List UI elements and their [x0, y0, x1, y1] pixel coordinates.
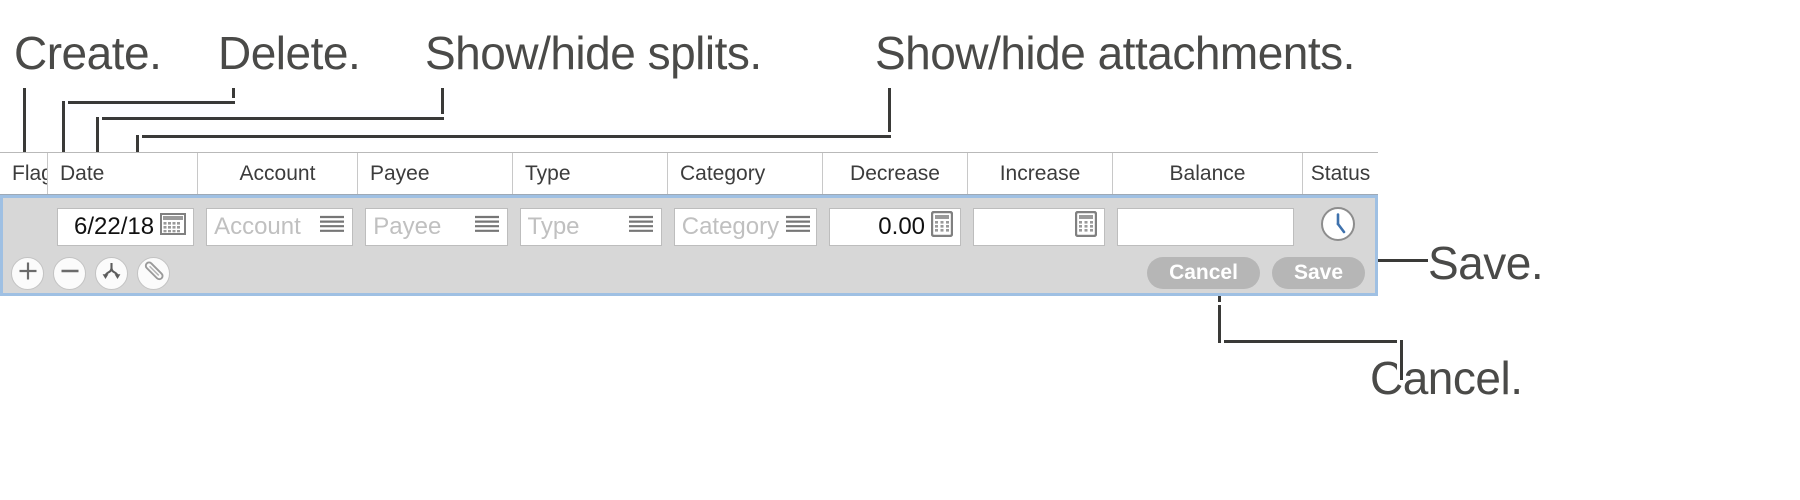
- annotation-cancel: Cancel.: [1370, 352, 1523, 404]
- column-header-balance[interactable]: Balance: [1113, 153, 1303, 194]
- leader-line-cancel-down: [1218, 305, 1221, 343]
- paperclip-icon: [142, 259, 166, 288]
- leader-line-attachments-top: [888, 88, 891, 138]
- list-lines-icon[interactable]: [785, 215, 811, 238]
- cell-category[interactable]: Category: [668, 200, 823, 253]
- minus-icon: [59, 260, 81, 287]
- type-placeholder: Type: [527, 212, 580, 240]
- annotation-splits: Show/hide splits.: [425, 27, 762, 79]
- cell-decrease[interactable]: 0.00: [823, 200, 967, 253]
- plus-icon: [17, 260, 39, 287]
- cell-balance[interactable]: [1111, 200, 1300, 253]
- leader-line-splits-horiz: [96, 117, 444, 120]
- column-header-decrease[interactable]: Decrease: [823, 153, 968, 194]
- editing-row-band: 6/22/18 Account Payee Type Category 0.00…: [0, 195, 1378, 296]
- save-button[interactable]: Save: [1271, 257, 1365, 289]
- transaction-editor-table: Flag Date Account Payee Type Category De…: [0, 152, 1378, 296]
- date-field[interactable]: 6/22/18: [56, 207, 195, 246]
- column-header-account[interactable]: Account: [198, 153, 358, 194]
- leader-line-attachments-horiz: [136, 135, 891, 138]
- decrease-value: 0.00: [878, 212, 926, 240]
- decrease-field[interactable]: 0.00: [828, 207, 962, 246]
- cell-increase[interactable]: [967, 200, 1111, 253]
- payee-placeholder: Payee: [373, 212, 442, 240]
- balance-field[interactable]: [1117, 207, 1295, 246]
- list-lines-icon[interactable]: [319, 215, 345, 238]
- column-header-category[interactable]: Category: [668, 153, 823, 194]
- cancel-button[interactable]: Cancel: [1147, 257, 1260, 289]
- cell-status[interactable]: [1300, 200, 1375, 253]
- column-header-date[interactable]: Date: [48, 153, 198, 194]
- leader-line-splits-top: [441, 88, 444, 120]
- toggle-splits-button[interactable]: [95, 256, 128, 290]
- screenshot-root: Create. Delete. Show/hide splits. Show/h…: [0, 0, 1800, 500]
- row-action-toolbar: Cancel Save: [3, 253, 1375, 293]
- column-header-status[interactable]: Status: [1303, 153, 1378, 194]
- delete-button[interactable]: [53, 256, 86, 290]
- calendar-icon[interactable]: [160, 213, 187, 240]
- create-button[interactable]: [11, 256, 44, 290]
- leader-line-delete-horiz: [62, 101, 235, 104]
- transaction-edit-row: 6/22/18 Account Payee Type Category 0.00: [3, 198, 1375, 253]
- annotation-delete: Delete.: [218, 27, 361, 79]
- annotation-create: Create.: [14, 27, 162, 79]
- calculator-icon[interactable]: [1075, 210, 1098, 242]
- payee-field[interactable]: Payee: [365, 207, 508, 246]
- category-placeholder: Category: [681, 212, 780, 240]
- split-arrows-icon: [100, 260, 123, 287]
- account-field[interactable]: Account: [206, 207, 354, 246]
- list-lines-icon[interactable]: [628, 215, 654, 238]
- increase-field[interactable]: [973, 207, 1106, 246]
- cell-flag[interactable]: [3, 200, 51, 253]
- list-lines-icon[interactable]: [474, 215, 500, 238]
- cell-type[interactable]: Type: [514, 200, 668, 253]
- column-header-type[interactable]: Type: [513, 153, 668, 194]
- table-header-row: Flag Date Account Payee Type Category De…: [0, 152, 1378, 195]
- date-value: 6/22/18: [73, 212, 155, 240]
- column-header-increase[interactable]: Increase: [968, 153, 1113, 194]
- toggle-attachments-button[interactable]: [137, 256, 170, 290]
- account-placeholder: Account: [214, 212, 301, 240]
- column-header-flag[interactable]: Flag: [0, 153, 48, 194]
- category-field[interactable]: Category: [673, 207, 817, 246]
- clock-icon[interactable]: [1319, 205, 1357, 248]
- cell-account[interactable]: Account: [200, 200, 359, 253]
- annotation-save: Save.: [1428, 237, 1544, 289]
- calculator-icon[interactable]: [930, 210, 954, 242]
- annotation-attachments: Show/hide attachments.: [875, 27, 1355, 79]
- leader-line-cancel-end: [1400, 340, 1403, 380]
- type-field[interactable]: Type: [519, 207, 662, 246]
- cell-payee[interactable]: Payee: [359, 200, 513, 253]
- column-header-payee[interactable]: Payee: [358, 153, 513, 194]
- cell-date[interactable]: 6/22/18: [51, 200, 200, 253]
- leader-line-cancel-horiz: [1218, 340, 1403, 343]
